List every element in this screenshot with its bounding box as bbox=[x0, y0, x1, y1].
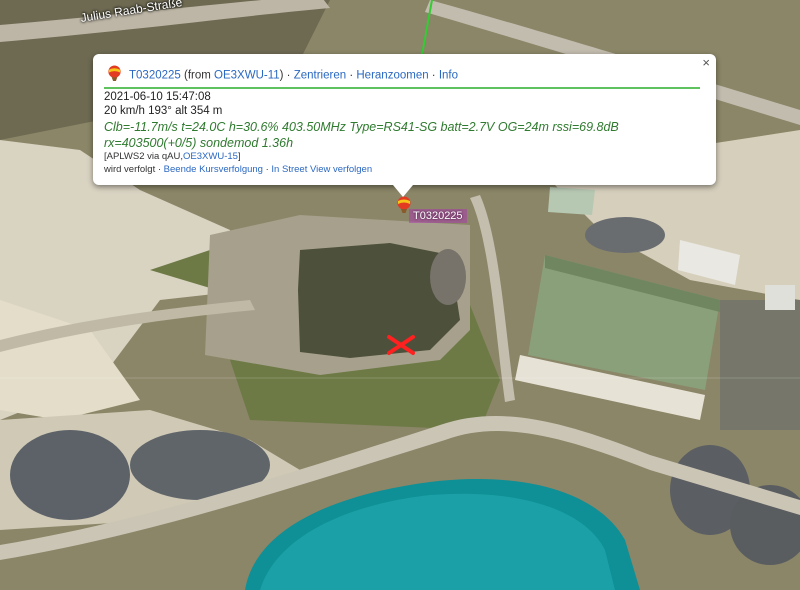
info-link[interactable]: Info bbox=[439, 70, 458, 82]
tracking-row: wird verfolgt · Beende Kursverfolgung · … bbox=[104, 164, 372, 175]
from-prefix: (from bbox=[180, 69, 215, 82]
comment-line-2: rx=403500(+0/5) sondemod 1.36h bbox=[104, 136, 294, 150]
separator: · bbox=[428, 69, 439, 82]
street-view-link[interactable]: In Street View verfolgen bbox=[271, 164, 372, 175]
path-call-link[interactable]: OE3XWU-15 bbox=[183, 151, 238, 162]
packet-path: [APLWS2 via qAU,OE3XWU-15] bbox=[104, 151, 241, 162]
path-prefix: [APLWS2 via qAU, bbox=[104, 151, 184, 162]
separator: · bbox=[283, 69, 294, 82]
tracked-text: wird verfolgt bbox=[104, 164, 156, 175]
popup-divider bbox=[104, 87, 700, 89]
station-info-popup: × T0320225 (from OE3XWU-11) · Zentrieren… bbox=[93, 54, 716, 197]
marker-label[interactable]: T0320225 bbox=[409, 209, 467, 223]
separator: · bbox=[155, 164, 164, 175]
popup-header: T0320225 (from OE3XWU-11) · Zentrieren ·… bbox=[106, 65, 701, 84]
zoom-in-link[interactable]: Heranzoomen bbox=[356, 70, 428, 82]
landing-x-icon bbox=[387, 335, 415, 355]
callsign-link[interactable]: T0320225 bbox=[129, 70, 181, 82]
motion-info: 20 km/h 193° alt 354 m bbox=[104, 105, 223, 117]
close-icon[interactable]: × bbox=[702, 56, 710, 70]
center-link[interactable]: Zentrieren bbox=[294, 70, 346, 82]
path-suffix: ] bbox=[237, 151, 241, 162]
telemetry-comment: Clb=-11.7m/s t=24.0C h=30.6% 403.50MHz T… bbox=[104, 119, 619, 151]
stop-tracking-link[interactable]: Beende Kursverfolgung bbox=[164, 164, 263, 175]
timestamp: 2021-06-10 15:47:08 bbox=[104, 91, 211, 103]
comment-line-1: Clb=-11.7m/s t=24.0C h=30.6% 403.50MHz T… bbox=[104, 120, 619, 134]
balloon-icon bbox=[108, 65, 121, 82]
from-call-link[interactable]: OE3XWU-11 bbox=[214, 70, 280, 82]
separator: · bbox=[346, 69, 357, 82]
